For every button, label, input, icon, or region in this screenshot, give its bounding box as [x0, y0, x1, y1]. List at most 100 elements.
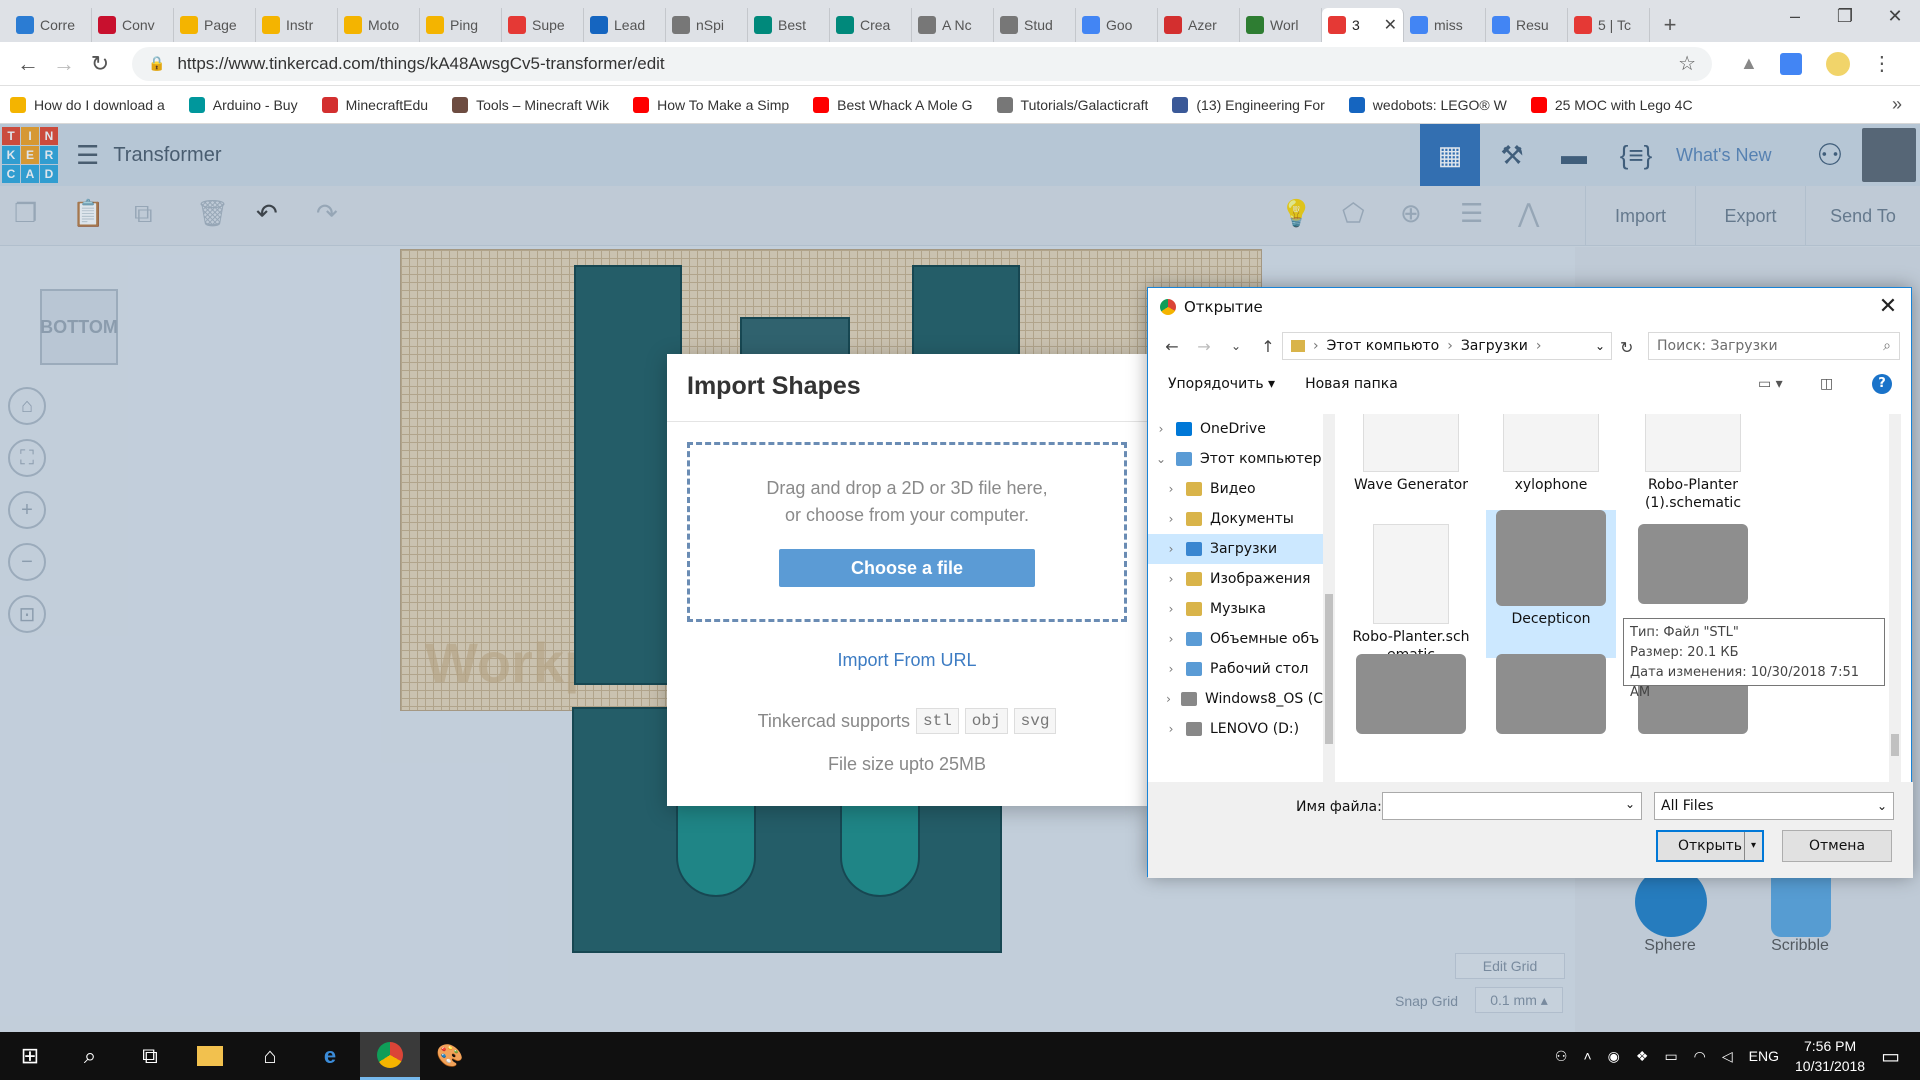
browser-tab[interactable]: miss: [1404, 8, 1486, 42]
file-item[interactable]: xylophone: [1486, 414, 1616, 494]
minimize-icon[interactable]: –: [1770, 6, 1820, 27]
file-item[interactable]: Decepticon: [1486, 510, 1616, 658]
file-item[interactable]: [1486, 654, 1616, 738]
close-window-icon[interactable]: ✕: [1870, 6, 1920, 27]
bookmark-item[interactable]: Arduino - Buy: [188, 96, 298, 113]
preview-pane-icon[interactable]: ◫: [1820, 376, 1833, 392]
maximize-icon[interactable]: ❐: [1820, 6, 1870, 27]
browser-tab[interactable]: Ping: [420, 8, 502, 42]
filetype-select[interactable]: All Files ⌄: [1654, 792, 1894, 820]
wifi-icon[interactable]: ◠: [1694, 1048, 1706, 1065]
paint-icon[interactable]: 🎨: [420, 1032, 480, 1080]
tree-item[interactable]: › Объемные объ: [1148, 624, 1323, 654]
bookmark-item[interactable]: Best Whack A Mole G: [813, 96, 973, 113]
chevron-icon[interactable]: ⌄: [1154, 452, 1168, 466]
browser-tab[interactable]: Page: [174, 8, 256, 42]
translate-icon[interactable]: [1779, 52, 1802, 75]
browser-tab[interactable]: Azer: [1158, 8, 1240, 42]
browser-tab[interactable]: Best: [748, 8, 830, 42]
bookmark-item[interactable]: 25 MOC with Lego 4C: [1530, 96, 1693, 113]
import-from-url-link[interactable]: Import From URL: [667, 650, 1147, 671]
file-drop-zone[interactable]: Drag and drop a 2D or 3D file here, or c…: [687, 442, 1127, 622]
language-indicator[interactable]: ENG: [1749, 1048, 1779, 1064]
bookmark-item[interactable]: Tutorials/Galacticraft: [996, 96, 1148, 113]
tree-item[interactable]: › OneDrive: [1148, 414, 1323, 444]
new-tab-button[interactable]: +: [1650, 8, 1690, 42]
browser-tab[interactable]: Supe: [502, 8, 584, 42]
notifications-icon[interactable]: ▭: [1881, 1044, 1900, 1069]
people-icon[interactable]: ⚇: [1555, 1048, 1568, 1065]
browser-tab[interactable]: Instr: [256, 8, 338, 42]
menu-icon[interactable]: ⋮: [1872, 51, 1892, 76]
browser-tab[interactable]: Stud: [994, 8, 1076, 42]
tree-item[interactable]: › Документы: [1148, 504, 1323, 534]
browser-tab[interactable]: Corre: [10, 8, 92, 42]
task-view-icon[interactable]: ⧉: [120, 1032, 180, 1080]
battery-icon[interactable]: ▭: [1664, 1048, 1677, 1065]
browser-tab[interactable]: Crea: [830, 8, 912, 42]
breadcrumb[interactable]: › Этот компьюто › Загрузки › ⌄: [1282, 332, 1612, 360]
tree-item[interactable]: › Windows8_OS (C: [1148, 684, 1323, 714]
bookmark-star-icon[interactable]: ☆: [1678, 51, 1696, 76]
tree-item[interactable]: › Видео: [1148, 474, 1323, 504]
file-item[interactable]: Robo-Planter.sch ematic: [1346, 524, 1476, 664]
chevron-down-icon[interactable]: ⌄: [1595, 339, 1605, 353]
tree-item[interactable]: › Изображения: [1148, 564, 1323, 594]
file-item[interactable]: Wave Generator: [1346, 414, 1476, 494]
bookmarks-more-button[interactable]: »: [1892, 94, 1902, 115]
tree-item[interactable]: › Музыка: [1148, 594, 1323, 624]
forward-icon[interactable]: →: [46, 51, 82, 77]
refresh-icon[interactable]: ↻: [1620, 338, 1633, 357]
tree-item[interactable]: › Рабочий стол: [1148, 654, 1323, 684]
close-tab-icon[interactable]: ✕: [1384, 15, 1397, 35]
back-icon[interactable]: ←: [10, 51, 46, 77]
browser-tab[interactable]: A Nc: [912, 8, 994, 42]
browser-tab[interactable]: Conv: [92, 8, 174, 42]
chevron-icon[interactable]: ›: [1164, 512, 1178, 526]
dialog-close-icon[interactable]: ✕: [1865, 288, 1911, 326]
bookmark-item[interactable]: wedobots: LEGO® W: [1348, 96, 1507, 113]
browser-tab[interactable]: Worl: [1240, 8, 1322, 42]
organize-menu[interactable]: Упорядочить ▾: [1168, 376, 1275, 392]
up-folder-icon[interactable]: ↑: [1252, 337, 1284, 356]
chevron-icon[interactable]: ›: [1164, 602, 1178, 616]
tree-scrollbar[interactable]: [1323, 414, 1335, 782]
chevron-icon[interactable]: ›: [1154, 422, 1168, 436]
tree-item[interactable]: › LENOVO (D:): [1148, 714, 1323, 744]
chevron-up-icon[interactable]: ˄: [1583, 1048, 1591, 1064]
tree-item[interactable]: › Загрузки: [1148, 534, 1323, 564]
dropbox-icon[interactable]: ❖: [1636, 1048, 1649, 1065]
browser-tab[interactable]: Lead: [584, 8, 666, 42]
browser-tab[interactable]: Goo: [1076, 8, 1158, 42]
bookmark-item[interactable]: Tools – Minecraft Wik: [452, 96, 609, 113]
bookmark-item[interactable]: (13) Engineering For: [1172, 96, 1325, 113]
files-scrollbar[interactable]: [1889, 414, 1901, 782]
profile-icon[interactable]: [1825, 51, 1850, 76]
back-icon[interactable]: ←: [1156, 337, 1188, 356]
start-icon[interactable]: ⊞: [0, 1032, 60, 1080]
forward-icon[interactable]: →: [1188, 337, 1220, 356]
recent-locations-icon[interactable]: ⌄: [1220, 339, 1252, 353]
browser-tab[interactable]: 3 ✕: [1322, 8, 1404, 42]
open-button[interactable]: Открыть ▾: [1656, 830, 1764, 862]
browser-tab[interactable]: 5 | Tc: [1568, 8, 1650, 42]
file-item[interactable]: [1346, 654, 1476, 738]
browser-tab[interactable]: Resu: [1486, 8, 1568, 42]
file-item[interactable]: [1628, 524, 1758, 608]
search-input[interactable]: Поиск: Загрузки ⌕: [1648, 332, 1900, 360]
bookmark-item[interactable]: How do I download a: [10, 96, 165, 113]
chevron-icon[interactable]: ›: [1164, 692, 1173, 706]
bookmark-item[interactable]: How To Make a Simp: [633, 96, 789, 113]
chrome-taskbar-icon[interactable]: [360, 1032, 420, 1080]
choose-file-button[interactable]: Choose a file: [779, 549, 1035, 587]
edge-icon[interactable]: e: [300, 1032, 360, 1080]
tree-item[interactable]: ⌄ Этот компьютер: [1148, 444, 1323, 474]
bookmark-item[interactable]: MinecraftEdu: [321, 96, 428, 113]
reload-icon[interactable]: ↻: [82, 51, 118, 77]
browser-tab[interactable]: Moto: [338, 8, 420, 42]
volume-icon[interactable]: ◁: [1722, 1048, 1733, 1065]
chevron-icon[interactable]: ›: [1164, 632, 1178, 646]
url-input[interactable]: 🔒 https://www.tinkercad.com/things/kA48A…: [132, 46, 1712, 81]
breadcrumb-item[interactable]: Этот компьюто: [1327, 338, 1440, 354]
file-item[interactable]: Robo-Planter (1).schematic: [1628, 414, 1758, 512]
